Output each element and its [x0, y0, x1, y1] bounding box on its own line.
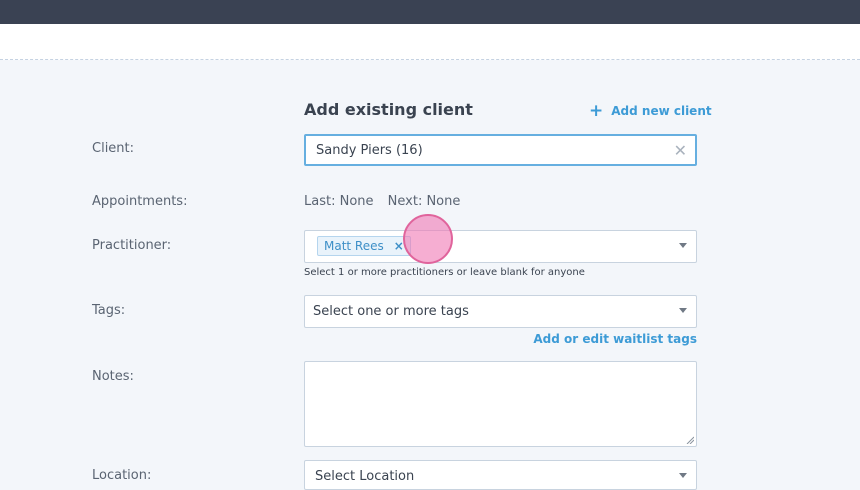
practitioner-chip-label: Matt Rees [324, 239, 384, 253]
caret-down-icon[interactable] [679, 308, 687, 313]
tags-placeholder: Select one or more tags [313, 304, 469, 319]
notes-label: Notes: [92, 369, 134, 384]
location-placeholder: Select Location [315, 469, 415, 484]
cursor-indicator [403, 214, 453, 264]
tags-label: Tags: [92, 303, 126, 318]
header-bar [0, 24, 860, 60]
client-input[interactable]: Sandy Piers (16) ✕ [304, 134, 697, 166]
edit-waitlist-tags-link[interactable]: Add or edit waitlist tags [533, 332, 697, 346]
next-appointment: Next: None [387, 194, 461, 209]
top-navigation-bar [0, 0, 860, 24]
notes-textarea[interactable] [304, 361, 697, 447]
practitioner-select[interactable]: Matt Rees × [304, 230, 697, 263]
appointments-label: Appointments: [92, 194, 188, 209]
resize-handle-icon[interactable] [686, 436, 694, 444]
clear-client-icon[interactable]: ✕ [674, 141, 687, 160]
appointments-summary: Last: None Next: None [304, 194, 470, 209]
caret-down-icon[interactable] [679, 473, 687, 478]
caret-down-icon[interactable] [679, 243, 687, 248]
add-new-client-button[interactable]: + Add new client [589, 101, 712, 121]
practitioner-label: Practitioner: [92, 238, 172, 253]
add-new-client-label: Add new client [611, 104, 712, 118]
client-label: Client: [92, 141, 135, 156]
form-heading: Add existing client [304, 100, 473, 119]
practitioner-chip: Matt Rees × [317, 236, 411, 256]
last-appointment: Last: None [304, 194, 374, 209]
client-input-value: Sandy Piers (16) [316, 143, 423, 158]
plus-icon: + [589, 101, 604, 121]
tags-select[interactable]: Select one or more tags [304, 295, 697, 328]
location-select[interactable]: Select Location [304, 460, 697, 490]
practitioner-hint: Select 1 or more practitioners or leave … [304, 267, 585, 278]
